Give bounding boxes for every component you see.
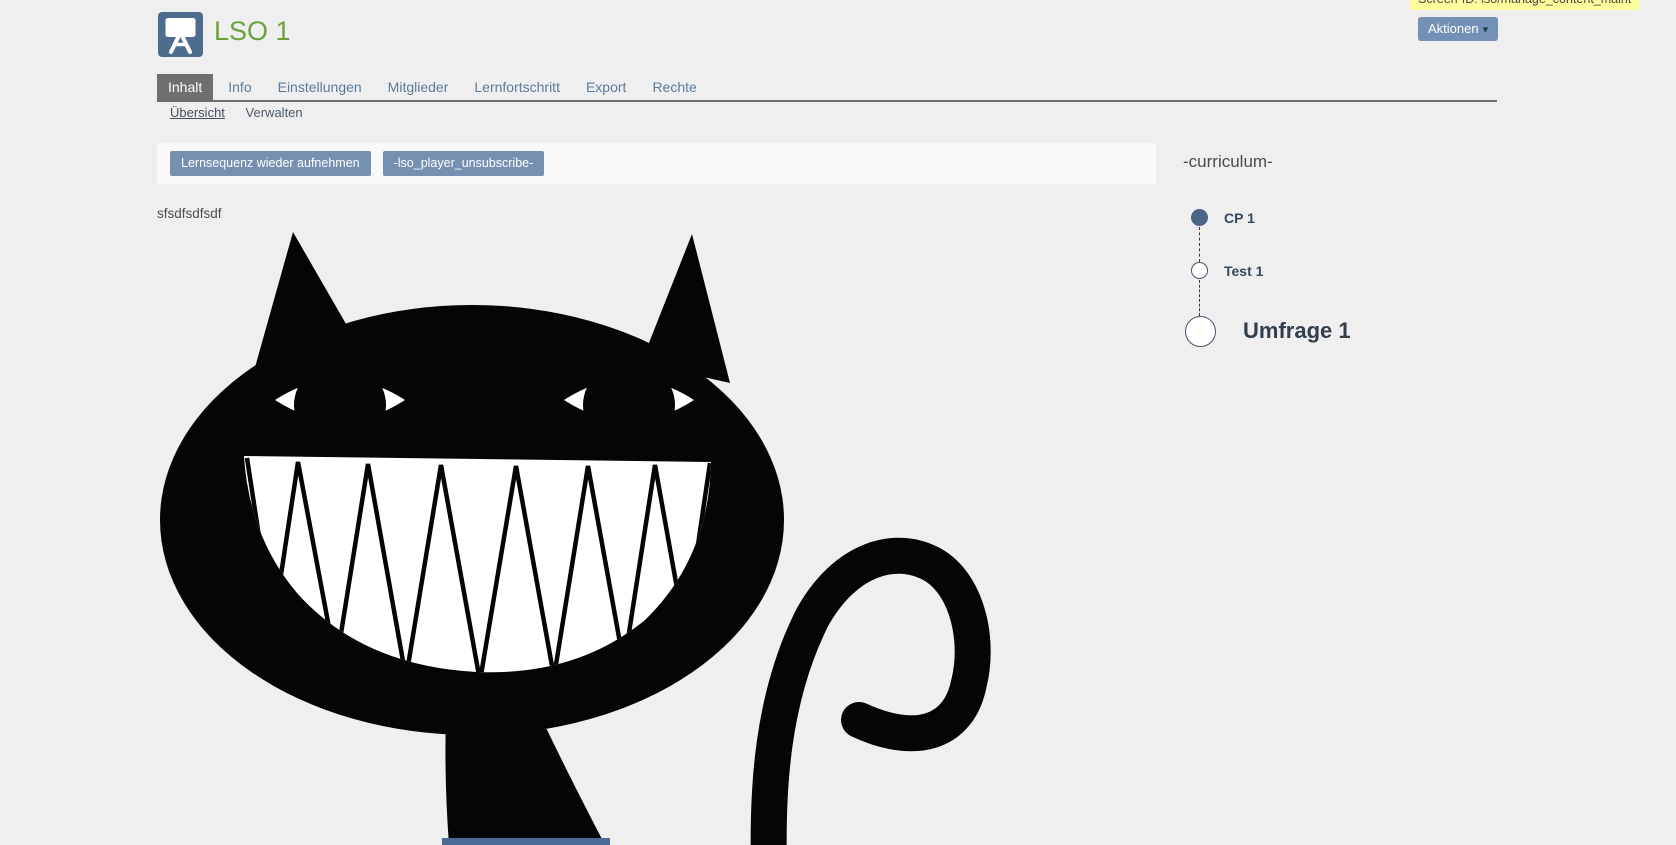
tab-export[interactable]: Export <box>575 74 637 100</box>
tab-inhalt[interactable]: Inhalt <box>157 74 213 100</box>
player-unsubscribe-button[interactable]: -lso_player_unsubscribe- <box>383 151 545 176</box>
step-label-cp1[interactable]: CP 1 <box>1224 210 1255 226</box>
sub-tab-bar: Übersicht Verwalten <box>170 105 320 120</box>
aktionen-dropdown-button[interactable]: Aktionen ▾ <box>1418 17 1498 41</box>
curriculum-heading: -curriculum- <box>1183 152 1273 172</box>
step-circle-umfrage1-current[interactable] <box>1185 316 1216 347</box>
tab-mitglieder[interactable]: Mitglieder <box>377 74 460 100</box>
step-label-test1[interactable]: Test 1 <box>1224 263 1263 279</box>
tab-einstellungen[interactable]: Einstellungen <box>267 74 373 100</box>
screen-id-badge: Screen-ID: lso/manage_content_maint <box>1410 0 1639 10</box>
step-connector <box>1199 280 1200 316</box>
step-label-umfrage1[interactable]: Umfrage 1 <box>1243 318 1351 344</box>
subtab-uebersicht[interactable]: Übersicht <box>170 105 225 120</box>
content-toolbar: Lernsequenz wieder aufnehmen -lso_player… <box>157 143 1156 184</box>
step-circle-test1[interactable] <box>1191 262 1208 279</box>
step-circle-cp1-filled[interactable] <box>1191 209 1208 226</box>
content-illustration <box>157 228 997 845</box>
subtab-verwalten[interactable]: Verwalten <box>246 105 303 120</box>
main-tab-bar: Inhalt Info Einstellungen Mitglieder Ler… <box>157 74 1497 102</box>
page-title: LSO 1 <box>214 16 291 47</box>
resume-learning-sequence-button[interactable]: Lernsequenz wieder aufnehmen <box>170 151 371 176</box>
sequence-description-text: sfsdfsdfsdf <box>157 206 222 221</box>
chevron-down-icon: ▾ <box>1483 24 1489 36</box>
tab-lernfortschritt[interactable]: Lernfortschritt <box>463 74 571 100</box>
aktionen-label: Aktionen <box>1428 21 1479 36</box>
lso-page: Screen-ID: lso/manage_content_maint LSO … <box>0 0 1676 845</box>
tab-rechte[interactable]: Rechte <box>641 74 707 100</box>
tab-info[interactable]: Info <box>217 74 262 100</box>
curriculum-panel: -curriculum- CP 1 Test 1 Umfrage 1 <box>1183 150 1613 420</box>
learning-sequence-logo <box>158 12 203 57</box>
grinning-black-cat-image <box>157 228 997 845</box>
presentation-board-icon <box>158 12 203 57</box>
step-connector <box>1199 227 1200 262</box>
